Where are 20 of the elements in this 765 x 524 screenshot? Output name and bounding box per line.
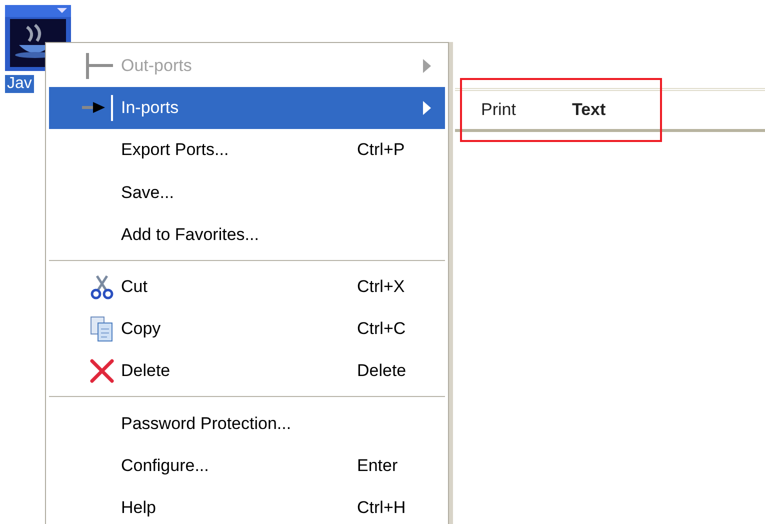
menu-item[interactable]: In-ports — [49, 87, 445, 130]
menu-item[interactable]: Cut Ctrl+X — [49, 266, 445, 308]
submenu-arrow-icon — [423, 59, 431, 74]
menu-item[interactable]: Help Ctrl+H — [49, 486, 445, 524]
menu-item[interactable]: Password Protection... — [49, 402, 445, 445]
submenu-item[interactable]: Print — [481, 100, 516, 120]
icon-label[interactable]: Jav — [5, 75, 34, 93]
port-in-icon — [81, 93, 115, 124]
menu-item[interactable]: Save... — [49, 172, 445, 214]
port-out-icon — [85, 51, 115, 82]
menu-item[interactable]: Export Ports... Ctrl+P — [49, 129, 445, 172]
submenu-item[interactable]: Text — [572, 100, 606, 120]
menu-item[interactable]: Copy Ctrl+C — [49, 308, 445, 350]
menu-item[interactable]: Add to Favorites... — [49, 214, 445, 256]
submenu-arrow-icon — [423, 101, 431, 116]
menu-item[interactable]: Configure... Enter — [49, 444, 445, 487]
copy-icon — [89, 315, 115, 344]
delete-icon — [89, 358, 115, 384]
menu-item[interactable]: Delete Delete — [49, 350, 445, 392]
scissors-icon — [89, 274, 115, 300]
